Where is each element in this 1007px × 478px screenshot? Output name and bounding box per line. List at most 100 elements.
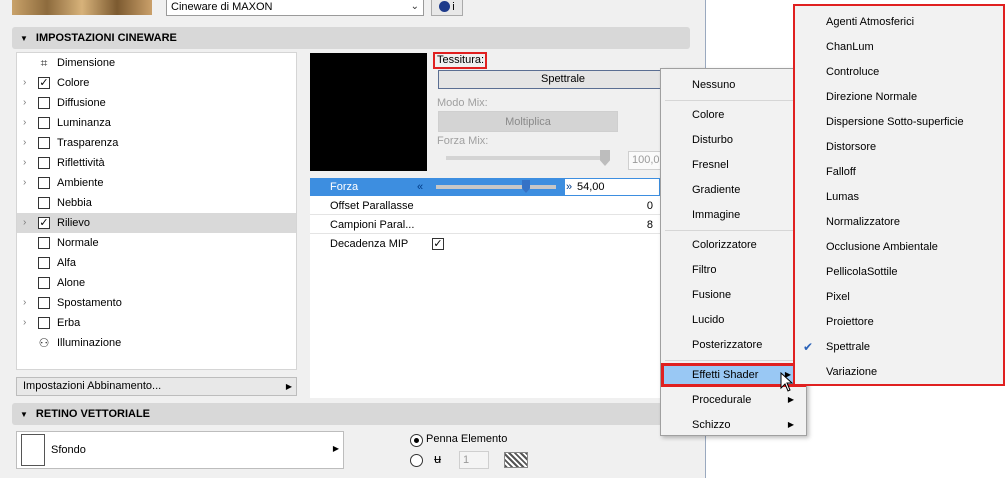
forza-field[interactable]: » 54,00: [564, 178, 660, 196]
section-title: RETINO VETTORIALE: [35, 408, 151, 420]
submenu-item[interactable]: Proiettore: [795, 310, 1003, 335]
forza-slider-knob[interactable]: [522, 180, 530, 193]
channel-checkbox[interactable]: ✓: [38, 217, 50, 229]
tree-item[interactable]: › Diffusione: [17, 93, 296, 113]
channel-checkbox[interactable]: [38, 297, 50, 309]
mix-strength-knob[interactable]: [600, 150, 610, 166]
expand-chevron-icon[interactable]: ›: [23, 93, 26, 113]
submenu-item[interactable]: PellicolaSottile: [795, 260, 1003, 285]
collapse-triangle-icon: ▼: [20, 410, 28, 419]
expand-chevron-icon[interactable]: ›: [23, 173, 26, 193]
menu-item[interactable]: Fresnel: [661, 153, 806, 177]
forza-slider[interactable]: [436, 185, 556, 189]
expand-chevron-icon[interactable]: ›: [23, 293, 26, 313]
tree-item[interactable]: › ✓ Rilievo: [17, 213, 296, 233]
submenu-item[interactable]: Agenti Atmosferici: [795, 10, 1003, 35]
submenu-item[interactable]: Variazione: [795, 360, 1003, 385]
param-row-campioni[interactable]: Campioni Paral... 8: [310, 216, 660, 234]
submenu-item[interactable]: Normalizzatore: [795, 210, 1003, 235]
pen-number-field[interactable]: 1: [459, 451, 489, 469]
channel-checkbox[interactable]: [38, 177, 50, 189]
menu-item[interactable]: Colorizzatore: [661, 233, 806, 257]
submenu-item[interactable]: Direzione Normale: [795, 85, 1003, 110]
channel-checkbox[interactable]: [38, 97, 50, 109]
expand-chevron-icon[interactable]: ›: [23, 213, 26, 233]
shader-button[interactable]: Spettrale: [438, 70, 688, 89]
menu-item[interactable]: Immagine: [661, 203, 806, 227]
tree-item[interactable]: › Riflettività: [17, 153, 296, 173]
double-chevron-icon[interactable]: «: [417, 178, 423, 196]
offset-value[interactable]: 0: [647, 197, 653, 215]
param-row-offset[interactable]: Offset Parallasse 0: [310, 197, 660, 215]
tree-item-label: Trasparenza: [57, 137, 119, 149]
tree-item[interactable]: Alfa: [17, 253, 296, 273]
custom-pen-radio[interactable]: [410, 454, 423, 467]
menu-item[interactable]: Posterizzatore: [661, 333, 806, 357]
mix-strength-slider[interactable]: [446, 156, 610, 160]
match-settings-button[interactable]: Impostazioni Abbinamento... ▶: [16, 377, 297, 396]
channel-checkbox[interactable]: [38, 157, 50, 169]
engine-select[interactable]: Cineware di MAXON ⌄: [166, 0, 424, 16]
submenu-item-label: Distorsore: [826, 141, 877, 153]
tree-item-label: Riflettività: [57, 157, 105, 169]
channel-checkbox[interactable]: [38, 117, 50, 129]
tree-item[interactable]: ⌗ Dimensione: [17, 53, 296, 73]
tree-item[interactable]: › ✓ Colore: [17, 73, 296, 93]
tree-item[interactable]: Normale: [17, 233, 296, 253]
submenu-item[interactable]: Occlusione Ambientale: [795, 235, 1003, 260]
submenu-item[interactable]: Controluce: [795, 60, 1003, 85]
submenu-item-label: Spettrale: [826, 341, 871, 353]
texture-label: Tessitura:: [433, 52, 487, 69]
menu-item[interactable]: Nessuno: [661, 73, 806, 97]
submenu-item[interactable]: Falloff: [795, 160, 1003, 185]
menu-item[interactable]: Disturbo: [661, 128, 806, 152]
param-row-forza[interactable]: Forza « » 54,00: [310, 178, 660, 196]
menu-item[interactable]: Colore: [661, 103, 806, 127]
menu-item[interactable]: Filtro: [661, 258, 806, 282]
channel-checkbox[interactable]: [38, 257, 50, 269]
submenu-item[interactable]: Dispersione Sotto-superficie: [795, 110, 1003, 135]
tree-item[interactable]: › Spostamento: [17, 293, 296, 313]
tree-item[interactable]: › Erba: [17, 313, 296, 333]
mip-checkbox[interactable]: ✓: [432, 238, 444, 250]
pen-element-radio[interactable]: [410, 434, 423, 447]
tree-item[interactable]: ⚇ Illuminazione: [17, 333, 296, 353]
expand-chevron-icon[interactable]: ›: [23, 73, 26, 93]
retino-section-header[interactable]: ▼ RETINO VETTORIALE: [12, 403, 690, 425]
tree-item[interactable]: Alone: [17, 273, 296, 293]
campioni-value[interactable]: 8: [647, 216, 653, 234]
channel-checkbox[interactable]: [38, 197, 50, 209]
channel-checkbox[interactable]: ✓: [38, 77, 50, 89]
channel-checkbox[interactable]: [38, 137, 50, 149]
expand-chevron-icon[interactable]: ›: [23, 133, 26, 153]
info-button[interactable]: i: [431, 0, 463, 16]
cineware-section-header[interactable]: ▼ IMPOSTAZIONI CINEWARE: [12, 27, 690, 49]
hatch-pattern-icon[interactable]: [504, 452, 528, 468]
channel-checkbox[interactable]: [38, 237, 50, 249]
tree-item[interactable]: › Trasparenza: [17, 133, 296, 153]
tree-item[interactable]: Nebbia: [17, 193, 296, 213]
background-fill-selector[interactable]: Sfondo ▶: [16, 431, 344, 469]
channel-checkbox[interactable]: [38, 317, 50, 329]
param-row-mip[interactable]: Decadenza MIP ✓: [310, 235, 660, 253]
expand-chevron-icon[interactable]: ›: [23, 153, 26, 173]
submenu-item[interactable]: Pixel: [795, 285, 1003, 310]
mix-mode-button[interactable]: Moltiplica: [438, 111, 618, 132]
expand-chevron-icon[interactable]: ›: [23, 313, 26, 333]
menu-item[interactable]: Gradiente: [661, 178, 806, 202]
channel-checkbox[interactable]: [38, 277, 50, 289]
submenu-item[interactable]: ChanLum: [795, 35, 1003, 60]
menu-item[interactable]: Lucido: [661, 308, 806, 332]
menu-item[interactable]: Fusione: [661, 283, 806, 307]
submenu-item[interactable]: ✔ Spettrale: [795, 335, 1003, 360]
menu-item-label: Filtro: [692, 264, 717, 276]
menu-separator: [665, 100, 802, 101]
submenu-item[interactable]: Lumas: [795, 185, 1003, 210]
tree-item[interactable]: › Ambiente: [17, 173, 296, 193]
tree-item[interactable]: › Luminanza: [17, 113, 296, 133]
expand-chevron-icon[interactable]: ›: [23, 113, 26, 133]
menu-item[interactable]: Schizzo ▶: [661, 413, 806, 437]
menu-item-label: Fresnel: [692, 159, 729, 171]
submenu-item[interactable]: Distorsore: [795, 135, 1003, 160]
double-chevron-icon: »: [566, 181, 573, 193]
